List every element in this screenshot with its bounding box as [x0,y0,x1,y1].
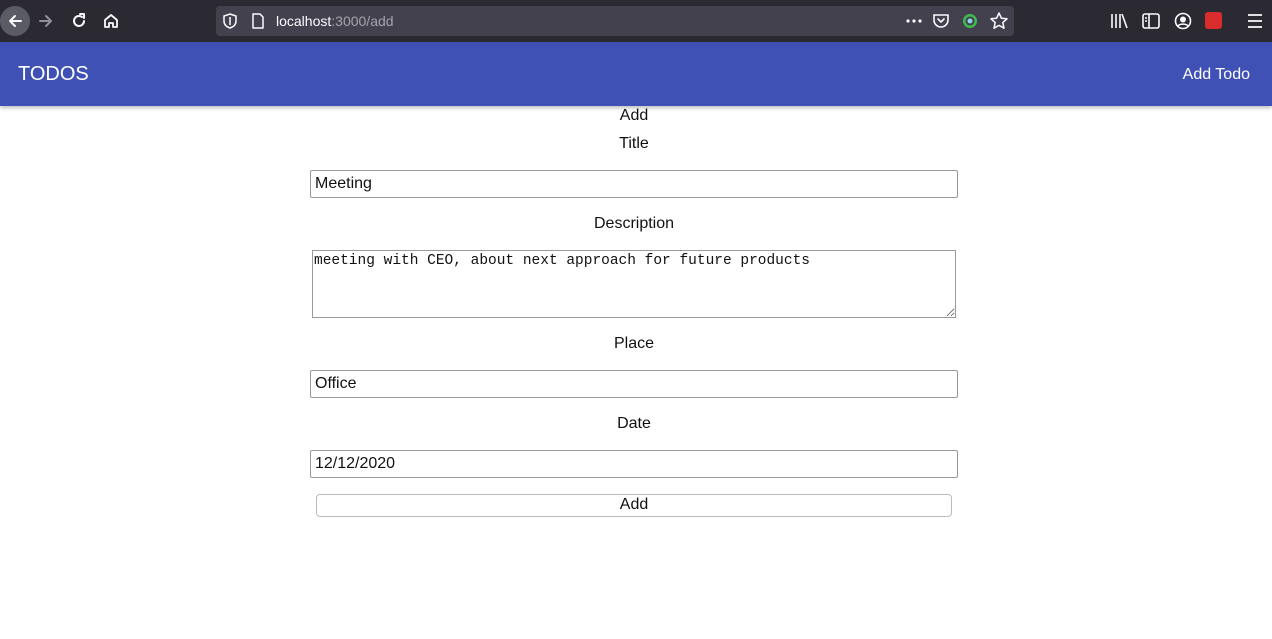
shield-icon[interactable] [222,13,238,29]
back-icon [9,15,22,27]
bookmark-star-icon[interactable] [989,11,1009,31]
reload-button[interactable] [65,7,93,35]
title-input[interactable] [310,170,958,198]
description-textarea[interactable]: meeting with CEO, about next approach fo… [312,250,956,318]
description-label: Description [593,215,675,232]
url-text[interactable]: localhost:3000/add [276,13,394,29]
url-host: localhost [276,13,332,29]
date-input[interactable] [310,450,958,478]
place-label: Place [613,335,655,352]
add-button[interactable]: Add [316,494,952,517]
title-label: Title [619,135,649,152]
home-button[interactable] [97,7,125,35]
forward-button[interactable] [32,7,60,35]
date-label: Date [617,415,651,432]
reload-icon [73,13,85,27]
library-icon[interactable] [1109,11,1129,31]
extension-icon[interactable] [961,12,979,30]
place-input[interactable] [310,370,958,398]
app-title: TODOS [18,63,89,85]
addon-icon[interactable] [1205,12,1222,29]
more-icon[interactable] [904,12,924,30]
app-bar: TODOS Add Todo [0,42,1272,106]
url-bar[interactable]: localhost:3000/add [216,6,1014,36]
add-todo-link[interactable]: Add Todo [1183,65,1250,85]
form-heading: Add [619,107,649,124]
account-icon[interactable] [1173,11,1193,31]
home-icon [104,14,118,28]
page-icon[interactable] [250,13,266,29]
menu-icon[interactable] [1246,11,1264,31]
back-button[interactable] [0,6,30,36]
sidebar-icon[interactable] [1141,11,1161,31]
browser-toolbar: localhost:3000/add [0,0,1272,42]
url-path: :3000/add [331,13,394,29]
pocket-icon[interactable] [932,12,950,30]
forward-icon [39,15,52,27]
